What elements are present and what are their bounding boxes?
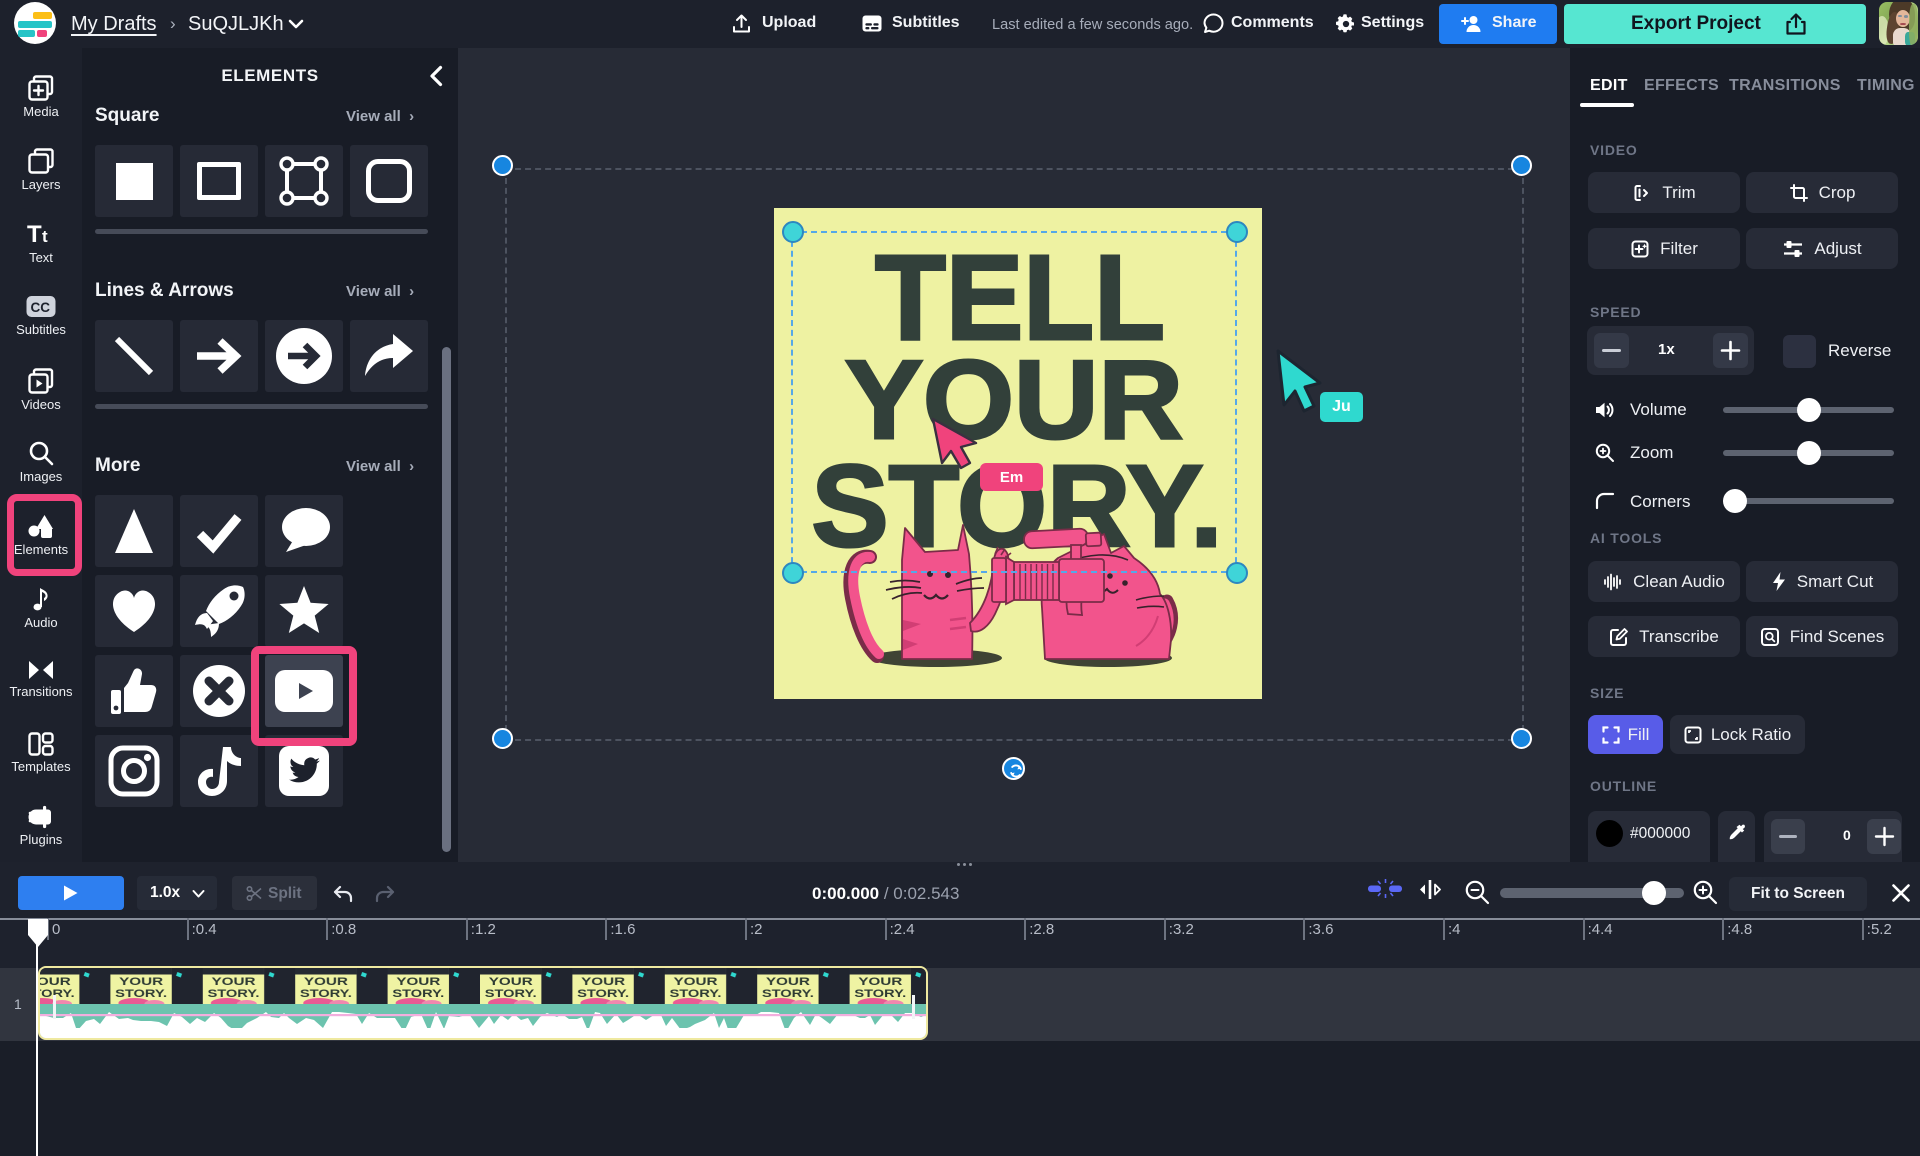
svg-text:t: t <box>42 227 48 246</box>
svg-text:CC: CC <box>31 300 51 315</box>
svg-text:T: T <box>27 221 42 247</box>
